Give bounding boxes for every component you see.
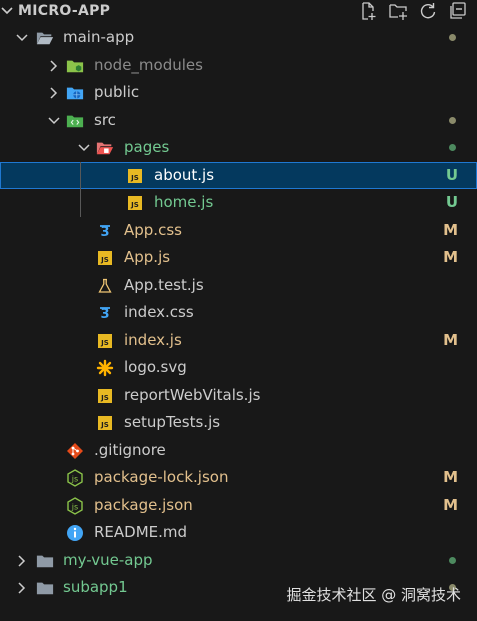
tree-file-row[interactable]: JS setupTests.js (0, 409, 477, 436)
js-file-icon: JS (96, 414, 114, 432)
refresh-icon[interactable] (417, 0, 439, 22)
js-file-icon: JS (96, 387, 114, 405)
tree-item-label: public (94, 83, 140, 101)
chevron-right-icon[interactable] (14, 553, 30, 569)
git-icon (66, 442, 84, 460)
tree-file-row[interactable]: JS home.js U (0, 189, 477, 216)
svg-text:3: 3 (100, 307, 109, 321)
git-status-badge: U (445, 193, 458, 211)
tree-item-label: package-lock.json (94, 468, 229, 486)
tree-item-label: my-vue-app (63, 551, 153, 569)
test-flask-icon (96, 277, 114, 295)
tree-item-label: index.css (124, 303, 194, 321)
src-folder-icon (66, 112, 84, 130)
info-icon (66, 524, 84, 542)
new-folder-icon[interactable] (387, 0, 409, 22)
tree-item-label: pages (124, 138, 170, 156)
tree-file-row[interactable]: js package.json M (0, 492, 477, 519)
git-status-badge: M (443, 496, 458, 514)
tree-item-label: package.json (94, 496, 193, 514)
collapse-all-icon[interactable] (447, 0, 469, 22)
svg-text:js: js (71, 475, 78, 484)
chevron-down-icon[interactable] (76, 140, 92, 156)
tree-file-row[interactable]: JS reportWebVitals.js (0, 382, 477, 409)
git-status-badge: M (443, 248, 458, 266)
tree-folder-row[interactable]: public (0, 79, 477, 106)
node-json-icon: js (66, 469, 84, 487)
svg-text:3: 3 (100, 225, 109, 239)
folder-icon (36, 552, 54, 570)
tree-file-row[interactable]: JS App.js M (0, 244, 477, 271)
new-file-icon[interactable] (357, 0, 379, 22)
tree-item-label: App.css (124, 221, 182, 239)
tree-file-row[interactable]: js package-lock.json M (0, 464, 477, 491)
tree-item-label: logo.svg (124, 358, 187, 376)
watermark-text: 掘金技术社区 @ 洞窝技术 (286, 586, 461, 604)
tree-folder-row[interactable]: my-vue-app (0, 547, 477, 574)
chevron-right-icon[interactable] (46, 58, 62, 74)
folder-open-icon (36, 29, 54, 47)
tree-folder-row[interactable]: src (0, 107, 477, 134)
explorer-panel: MICRO-APP main-app node_modules public s… (0, 0, 477, 621)
explorer-actions (357, 0, 469, 22)
pages-folder-icon (96, 139, 114, 157)
indent-guide (80, 162, 81, 217)
js-file-icon: JS (96, 332, 114, 350)
node-json-icon: js (66, 497, 84, 515)
git-status-badge: M (443, 468, 458, 486)
css-file-icon: 3 (96, 304, 114, 322)
js-file-icon: JS (126, 194, 144, 212)
tree-file-row[interactable]: README.md (0, 519, 477, 546)
tree-item-label: index.js (124, 331, 182, 349)
tree-item-label: setupTests.js (124, 413, 221, 431)
git-status-badge: U (445, 166, 458, 184)
svg-text:js: js (71, 503, 78, 512)
chevron-down-icon[interactable] (46, 113, 62, 129)
tree-item-label: App.js (124, 248, 171, 266)
tree-item-label: reportWebVitals.js (124, 386, 261, 404)
tree-file-row[interactable]: 3 index.css (0, 299, 477, 326)
chevron-right-icon[interactable] (14, 580, 30, 596)
tree-folder-row[interactable]: main-app (0, 24, 477, 51)
js-file-icon: JS (126, 167, 144, 185)
tree-item-label: main-app (63, 28, 135, 46)
git-status-badge: M (443, 331, 458, 349)
explorer-header[interactable]: MICRO-APP (0, 0, 477, 22)
tree-item-label: subapp1 (63, 578, 128, 596)
globe-folder-icon (66, 84, 84, 102)
git-status-dot (449, 117, 456, 124)
chevron-down-icon[interactable] (14, 30, 30, 46)
tree-file-row[interactable]: App.test.js (0, 272, 477, 299)
tree-file-row[interactable]: JS index.js M (0, 327, 477, 354)
css-file-icon: 3 (96, 222, 114, 240)
explorer-title: MICRO-APP (18, 3, 111, 19)
git-status-badge: M (443, 221, 458, 239)
tree-file-row[interactable]: .gitignore (0, 437, 477, 464)
git-status-dot (449, 34, 456, 41)
folder-icon (36, 579, 54, 597)
tree-file-row[interactable]: 3 App.css M (0, 217, 477, 244)
tree-file-row[interactable]: JS about.js U (0, 162, 477, 189)
tree-item-label: node_modules (94, 56, 203, 74)
tree-folder-row[interactable]: node_modules (0, 52, 477, 79)
tree-file-row[interactable]: logo.svg (0, 354, 477, 381)
svg-star-icon (96, 359, 114, 377)
chevron-down-icon[interactable] (0, 1, 14, 21)
tree-item-label: App.test.js (124, 276, 204, 294)
tree-folder-row[interactable]: pages (0, 134, 477, 161)
tree-item-label: .gitignore (94, 441, 166, 459)
tree-item-label: src (94, 111, 116, 129)
tree-item-label: README.md (94, 523, 188, 541)
js-file-icon: JS (96, 249, 114, 267)
git-status-dot (449, 557, 456, 564)
git-status-dot (449, 144, 456, 151)
chevron-right-icon[interactable] (46, 85, 62, 101)
node-folder-icon (66, 57, 84, 75)
tree-item-label: about.js (154, 166, 215, 184)
tree-item-label: home.js (154, 193, 214, 211)
